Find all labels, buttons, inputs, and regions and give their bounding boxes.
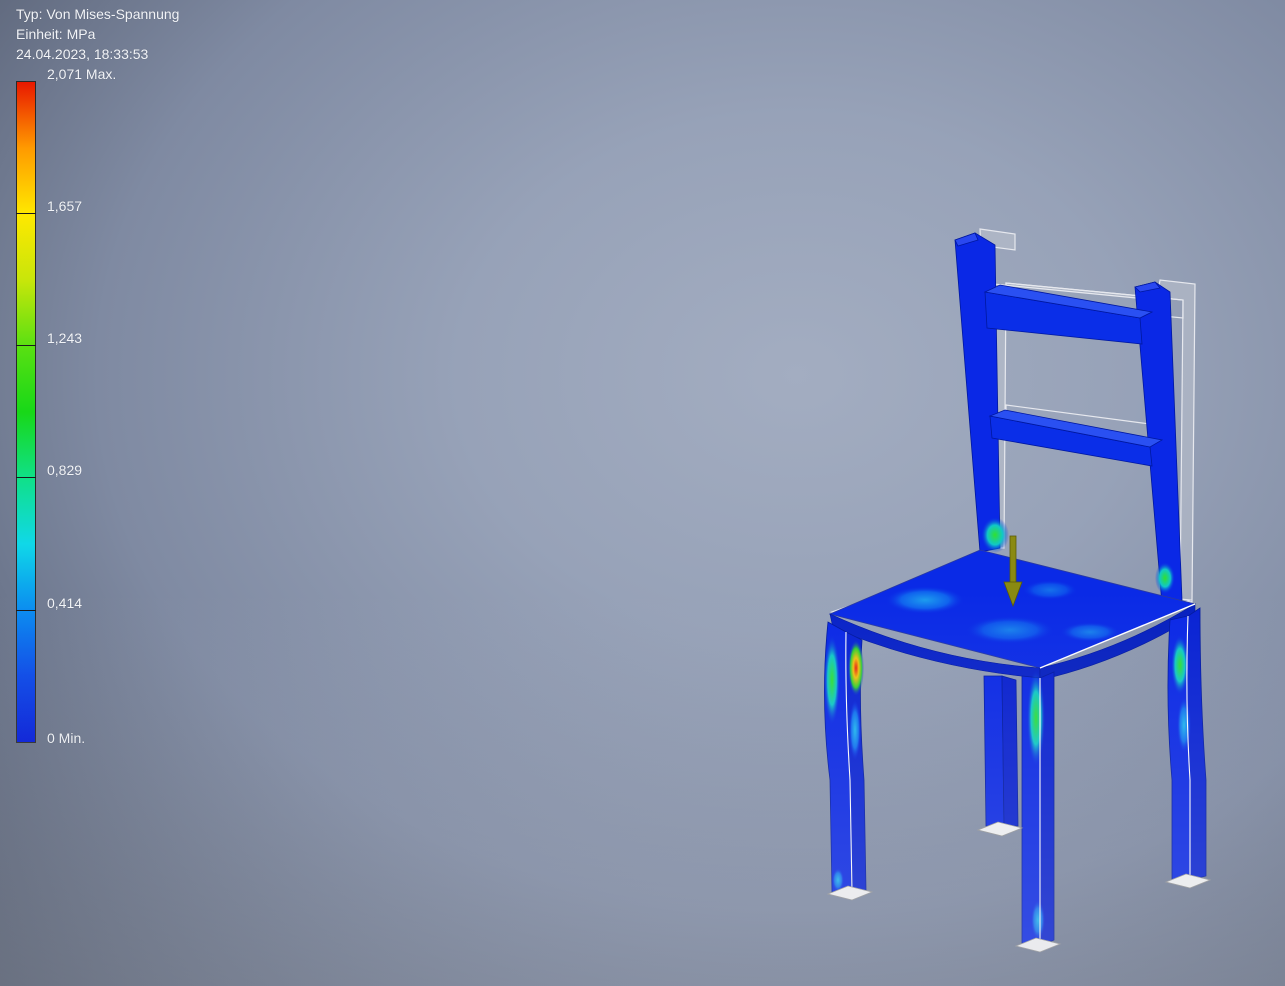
chair-stress-model[interactable] [0, 0, 1285, 986]
fea-viewport[interactable]: Typ: Von Mises-Spannung Einheit: MPa 24.… [0, 0, 1285, 986]
leg-edge-lines [845, 615, 1191, 946]
fixed-constraint-markers [826, 821, 1212, 953]
